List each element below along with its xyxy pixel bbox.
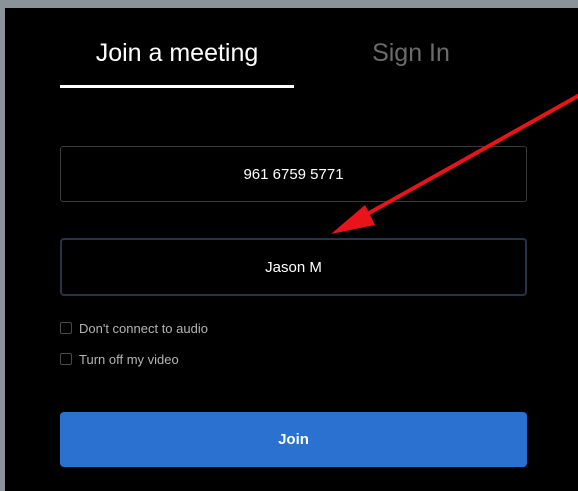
- tab-join-label: Join a meeting: [95, 39, 259, 67]
- dont-connect-audio-option[interactable]: Don't connect to audio: [60, 319, 208, 337]
- audio-checkbox[interactable]: [60, 322, 72, 334]
- tab-signin-label: Sign In: [372, 39, 450, 67]
- name-input[interactable]: [60, 238, 527, 296]
- join-meeting-panel: Join a meeting Sign In Don't connect to …: [5, 8, 578, 491]
- meeting-id-input[interactable]: [60, 146, 527, 202]
- tab-join-a-meeting[interactable]: Join a meeting: [60, 8, 294, 88]
- active-tab-indicator: [60, 85, 294, 88]
- video-checkbox-label: Turn off my video: [79, 351, 179, 367]
- video-checkbox[interactable]: [60, 353, 72, 365]
- audio-checkbox-label: Don't connect to audio: [79, 320, 208, 336]
- join-button[interactable]: Join: [60, 412, 527, 467]
- turn-off-video-option[interactable]: Turn off my video: [60, 350, 179, 368]
- tab-sign-in[interactable]: Sign In: [323, 8, 499, 88]
